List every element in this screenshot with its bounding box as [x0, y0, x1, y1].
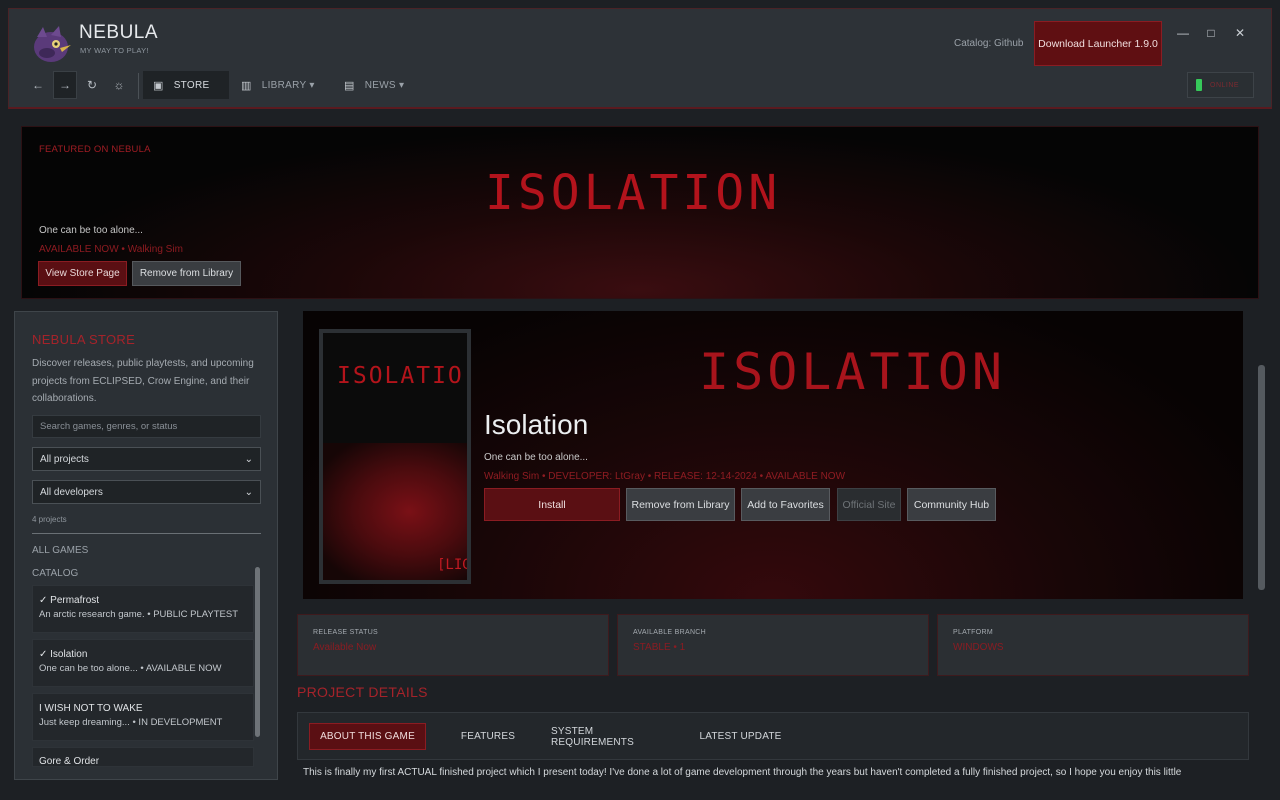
game-list-item[interactable]: ✓ Isolation One can be too alone... • AV… [32, 639, 254, 687]
cover-tag-art: [LIG [437, 557, 471, 573]
info-label: RELEASE STATUS [313, 629, 379, 636]
store-sidebar: NEBULA STORE Discover releases, public p… [14, 311, 278, 780]
chevron-down-icon: ⌄ [244, 453, 253, 465]
news-icon: ▤ [344, 79, 355, 92]
featured-meta: AVAILABLE NOW • Walking Sim [39, 244, 183, 255]
game-list-item[interactable]: I WISH NOT TO WAKE Just keep dreaming...… [32, 693, 254, 741]
library-icon: ▥ [241, 79, 252, 92]
project-details-title: PROJECT DETAILS [297, 684, 428, 700]
game-item-subtitle: One can be too alone... • AVAILABLE NOW [39, 663, 222, 674]
refresh-button[interactable]: ↻ [80, 71, 104, 99]
store-title: NEBULA STORE [32, 332, 136, 347]
online-label: ONLINE [1210, 81, 1240, 89]
info-label: PLATFORM [953, 629, 993, 636]
nav-news-label: NEWS ▾ [364, 79, 405, 91]
info-value: WINDOWS [953, 642, 1004, 653]
hero-title-art: ISOLATION [699, 343, 1006, 401]
branch-card: AVAILABLE BRANCH STABLE • 1 [617, 614, 929, 676]
maximize-button[interactable]: □ [1199, 26, 1223, 44]
brand-name: NEBULA [79, 22, 159, 43]
chevron-down-icon: ⌄ [244, 486, 253, 498]
info-value: STABLE • 1 [633, 642, 686, 653]
all-games-link[interactable]: ALL GAMES [32, 545, 88, 556]
brand-tagline: MY WAY TO PLAY! [80, 46, 149, 55]
close-button[interactable]: ✕ [1228, 26, 1252, 44]
nav-tab-news[interactable]: ▤ NEWS ▾ [334, 71, 414, 99]
remove-from-library-button[interactable]: Remove from Library [626, 488, 735, 521]
game-item-title: Gore & Order [39, 756, 100, 767]
game-meta: Walking Sim • DEVELOPER: LtGray • RELEAS… [484, 471, 846, 482]
game-list-item[interactable]: Gore & Order [32, 747, 254, 767]
community-hub-button[interactable]: Community Hub [907, 488, 996, 521]
nav-tab-store[interactable]: ▣ STORE [143, 71, 229, 99]
nebula-logo [29, 23, 75, 65]
download-launcher-button[interactable]: Download Launcher 1.9.0 [1034, 21, 1162, 66]
sidebar-divider [32, 533, 261, 534]
store-icon: ▣ [153, 79, 164, 92]
tab-latest-update[interactable]: LATEST UPDATE [698, 723, 783, 750]
release-status-card: RELEASE STATUS Available Now [297, 614, 609, 676]
online-indicator-icon [1196, 79, 1202, 91]
developer-filter-select[interactable]: All developers ⌄ [32, 480, 261, 504]
game-hero: ISOLATION ISOLATIO [LIG Isolation One ca… [303, 311, 1243, 599]
add-to-favorites-button[interactable]: Add to Favorites [741, 488, 830, 521]
tab-system-requirements[interactable]: SYSTEM REQUIREMENTS [551, 723, 677, 750]
official-site-button[interactable]: Official Site [837, 488, 901, 521]
project-count: 4 projects [32, 515, 67, 524]
settings-button[interactable]: ☼ [107, 71, 131, 99]
featured-banner: FEATURED ON NEBULA ISOLATION One can be … [21, 126, 1259, 299]
tab-features[interactable]: FEATURES [455, 723, 521, 750]
featured-remove-library-button[interactable]: Remove from Library [132, 261, 241, 286]
game-cover-image: ISOLATIO [LIG [319, 329, 471, 584]
game-item-title: I WISH NOT TO WAKE [39, 703, 143, 714]
game-item-title: ✓ Permafrost [39, 595, 100, 606]
catalog-label: Catalog: Github [954, 38, 1024, 49]
info-label: AVAILABLE BRANCH [633, 629, 707, 636]
game-item-title: ✓ Isolation [39, 649, 88, 660]
project-filter-value: All projects [40, 453, 89, 465]
nav-library-label: LIBRARY ▾ [261, 79, 315, 91]
tab-about[interactable]: ABOUT THIS GAME [309, 723, 426, 750]
back-button[interactable]: ← [26, 71, 50, 99]
view-store-page-button[interactable]: View Store Page [38, 261, 127, 286]
about-text: This is finally my first ACTUAL finished… [303, 767, 1182, 778]
game-title: Isolation [484, 409, 589, 440]
store-description: Discover releases, public playtests, and… [32, 358, 254, 404]
forward-button[interactable]: → [53, 71, 77, 99]
game-item-subtitle: An arctic research game. • PUBLIC PLAYTE… [39, 609, 239, 620]
cover-title-art: ISOLATIO [337, 363, 464, 389]
game-list-item[interactable]: ✓ Permafrost An arctic research game. • … [32, 585, 254, 633]
developer-filter-value: All developers [40, 486, 103, 498]
install-button[interactable]: Install [484, 488, 620, 521]
game-tagline: One can be too alone... [484, 452, 588, 463]
nav-store-label: STORE [173, 79, 210, 91]
catalog-heading: CATALOG [32, 568, 79, 579]
app-header: NEBULA MY WAY TO PLAY! Catalog: Github D… [8, 8, 1272, 109]
nav-divider [138, 73, 139, 99]
featured-label: FEATURED ON NEBULA [39, 144, 151, 155]
main-scrollbar[interactable] [1258, 365, 1265, 590]
sidebar-scrollbar[interactable] [255, 567, 260, 737]
search-input[interactable] [32, 415, 261, 438]
minimize-button[interactable]: — [1171, 26, 1195, 44]
online-status-button[interactable]: ONLINE [1187, 72, 1254, 98]
project-filter-select[interactable]: All projects ⌄ [32, 447, 261, 471]
nav-tab-library[interactable]: ▥ LIBRARY ▾ [231, 71, 325, 99]
featured-tagline: One can be too alone... [39, 225, 143, 236]
platform-card: PLATFORM WINDOWS [937, 614, 1249, 676]
game-item-subtitle: Just keep dreaming... • IN DEVELOPMENT [39, 717, 223, 728]
featured-title-art: ISOLATION [485, 165, 782, 221]
info-value: Available Now [313, 642, 377, 653]
